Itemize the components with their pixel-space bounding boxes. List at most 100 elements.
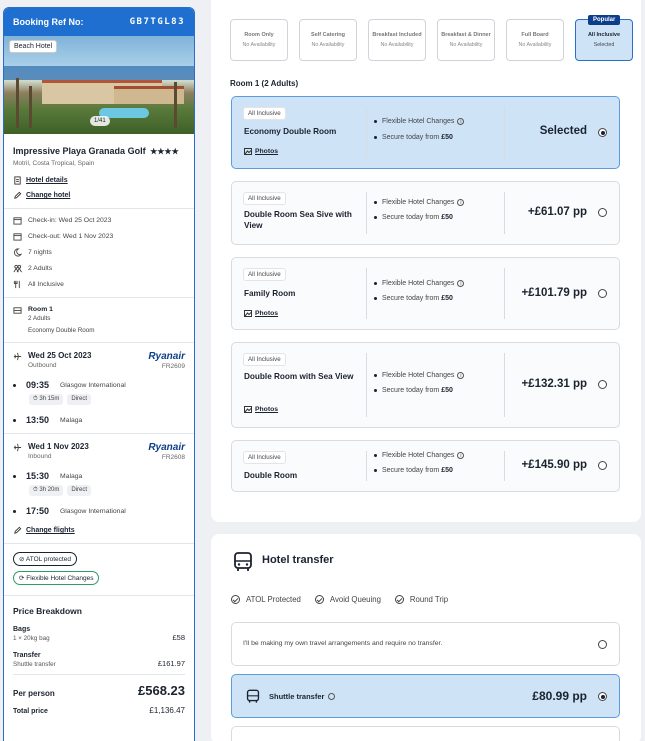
booking-ref-value: GB7TGL83 — [129, 17, 185, 27]
checkin-row: Check-in: Wed 25 Oct 2023 — [13, 216, 185, 225]
room-radio[interactable] — [598, 208, 607, 217]
outbound-flight: Wed 25 Oct 2023 Outbound Ryanair FR2609 … — [4, 351, 194, 425]
checkout-row: Check-out: Wed 1 Nov 2023 — [13, 232, 185, 241]
board-breakfast-dinner[interactable]: Breakfast & Dinner No Availability — [437, 19, 495, 61]
beach-hotel-badge: Beach Hotel — [9, 40, 58, 53]
shuttle-transfer-option[interactable]: Shuttle transfer £80.99 pp — [231, 674, 620, 718]
check-circle-icon — [394, 595, 404, 604]
room-name: Double Room Sea Sive with View — [244, 210, 352, 231]
room-option-family[interactable]: All Inclusive Family Room Photos Flexibl… — [231, 257, 620, 330]
per-person-label: Per person — [13, 689, 55, 698]
outbound-arr-time: 13:50 — [26, 415, 50, 425]
outbound-dep-place: Glasgow International — [60, 381, 126, 389]
pencil-icon — [14, 191, 22, 199]
image-icon — [244, 310, 252, 317]
check-circle-icon — [314, 595, 324, 604]
feature-secure: Secure today from £50 — [374, 387, 453, 394]
board-self-catering[interactable]: Self Catering No Availability — [299, 19, 357, 61]
outbound-dep-time: 09:35 — [26, 380, 50, 390]
room-price: +£61.07 pp — [527, 206, 587, 218]
check-circle-icon — [231, 595, 240, 604]
image-icon — [244, 406, 252, 413]
feature-flexible: Flexible Hotel Changes i — [374, 452, 465, 459]
outbound-duration: ⏱ 3h 15m — [29, 394, 64, 405]
no-transfer-option[interactable]: I'll be making my own travel arrangement… — [231, 622, 620, 666]
board-full-board[interactable]: Full Board No Availability — [506, 19, 564, 61]
hotel-name: Impressive Playa Granada Golf ★★★★ — [13, 146, 185, 156]
room-photos-link[interactable]: Photos — [244, 148, 278, 155]
info-icon[interactable] — [328, 693, 336, 700]
feature-flexible: Flexible Hotel Changes i — [374, 118, 465, 125]
hotel-transfer-panel: Hotel transfer ATOL Protected Avoid Queu… — [211, 534, 641, 741]
room-name: Double Room — [244, 471, 298, 480]
bags-label: Bags — [13, 626, 31, 633]
info-icon[interactable]: i — [457, 280, 465, 287]
room-price: +£101.79 pp — [521, 287, 587, 299]
room-board-tag: All Inclusive — [243, 107, 286, 120]
document-icon — [14, 176, 21, 185]
transfer-option-partial[interactable] — [231, 726, 620, 741]
room-photos-link[interactable]: Photos — [244, 406, 278, 413]
board-row: All Inclusive — [13, 280, 185, 289]
board-breakfast-included[interactable]: Breakfast Included No Availability — [368, 19, 426, 61]
room-price: +£132.31 pp — [521, 378, 587, 390]
ryanair-logo: Ryanair — [148, 351, 185, 362]
bags-price-row: Bags 1 × 20kg bag £58 — [13, 626, 185, 642]
room-option-double[interactable]: All Inclusive Double Room Flexible Hotel… — [231, 440, 620, 492]
bus-icon — [234, 552, 252, 571]
hotel-details-link[interactable]: Hotel details — [13, 176, 185, 185]
info-icon[interactable]: i — [457, 452, 465, 459]
info-icon[interactable]: i — [457, 118, 465, 125]
transfer-radio[interactable] — [598, 640, 607, 649]
room-radio[interactable] — [598, 128, 607, 137]
room-name: Double Room with Sea View — [244, 372, 354, 381]
change-flights-link[interactable]: Change flights — [13, 526, 185, 535]
flexible-changes-badge: ⟳ Flexible Hotel Changes — [13, 571, 100, 585]
info-icon[interactable]: i — [457, 372, 465, 379]
room-radio[interactable] — [598, 380, 607, 389]
feature-secure: Secure today from £50 — [374, 134, 453, 141]
room-option-double-sea-view[interactable]: All Inclusive Double Room with Sea View … — [231, 342, 620, 428]
checkout-text: Check-out: Wed 1 Nov 2023 — [28, 233, 114, 240]
transfer-radio[interactable] — [598, 692, 607, 701]
popular-badge: Popular — [588, 15, 621, 25]
room-option-economy-double[interactable]: All Inclusive Economy Double Room Photos… — [231, 96, 620, 169]
room-photos-link[interactable]: Photos — [244, 310, 278, 317]
total-price-row: Total price £1,136.47 — [13, 706, 185, 715]
booking-ref-label: Booking Ref No: — [13, 17, 84, 27]
bed-icon — [13, 307, 22, 314]
inbound-duration: ⏱ 3h 20m — [29, 485, 64, 496]
inbound-flight-number: FR2608 — [161, 454, 185, 461]
room-option-sea-view[interactable]: All Inclusive Double Room Sea Sive with … — [231, 181, 620, 245]
booking-ref-header: Booking Ref No: GB7TGL83 — [4, 8, 194, 36]
feature-secure: Secure today from £50 — [374, 214, 453, 221]
board-text: All Inclusive — [28, 281, 64, 288]
room-summary-type: Economy Double Room — [28, 327, 95, 334]
outbound-flight-number: FR2609 — [161, 363, 185, 370]
room-radio[interactable] — [598, 461, 607, 470]
adults-text: 2 Adults — [28, 265, 53, 272]
room-summary-adults: 2 Adults — [28, 315, 51, 322]
per-person-value: £568.23 — [138, 683, 185, 698]
shuttle-name: Shuttle transfer — [269, 692, 336, 701]
hotel-photo[interactable]: Beach Hotel 1/41 — [4, 36, 194, 134]
room-board-tag: All Inclusive — [243, 451, 286, 464]
board-room-only[interactable]: Room Only No Availability — [230, 19, 288, 61]
transfer-label: Transfer — [13, 652, 41, 659]
inbound-label: Inbound — [28, 453, 52, 460]
info-icon[interactable]: i — [457, 199, 465, 206]
room-board-tag: All Inclusive — [243, 268, 286, 281]
cutlery-icon — [13, 280, 20, 289]
room-summary: Room 1 2 Adults Economy Double Room — [13, 306, 185, 334]
plane-icon — [13, 443, 22, 452]
no-transfer-text: I'll be making my own travel arrangement… — [243, 640, 443, 647]
nights-row: 7 nights — [13, 248, 185, 257]
room-radio[interactable] — [598, 289, 607, 298]
board-all-inclusive[interactable]: Popular All Inclusive Selected — [575, 15, 633, 61]
pencil-icon — [14, 526, 22, 534]
change-hotel-link[interactable]: Change hotel — [13, 191, 185, 200]
bags-value: £58 — [172, 633, 185, 642]
people-icon — [13, 264, 22, 273]
room-name: Family Room — [244, 289, 296, 298]
total-price-value: £1,136.47 — [149, 706, 185, 715]
